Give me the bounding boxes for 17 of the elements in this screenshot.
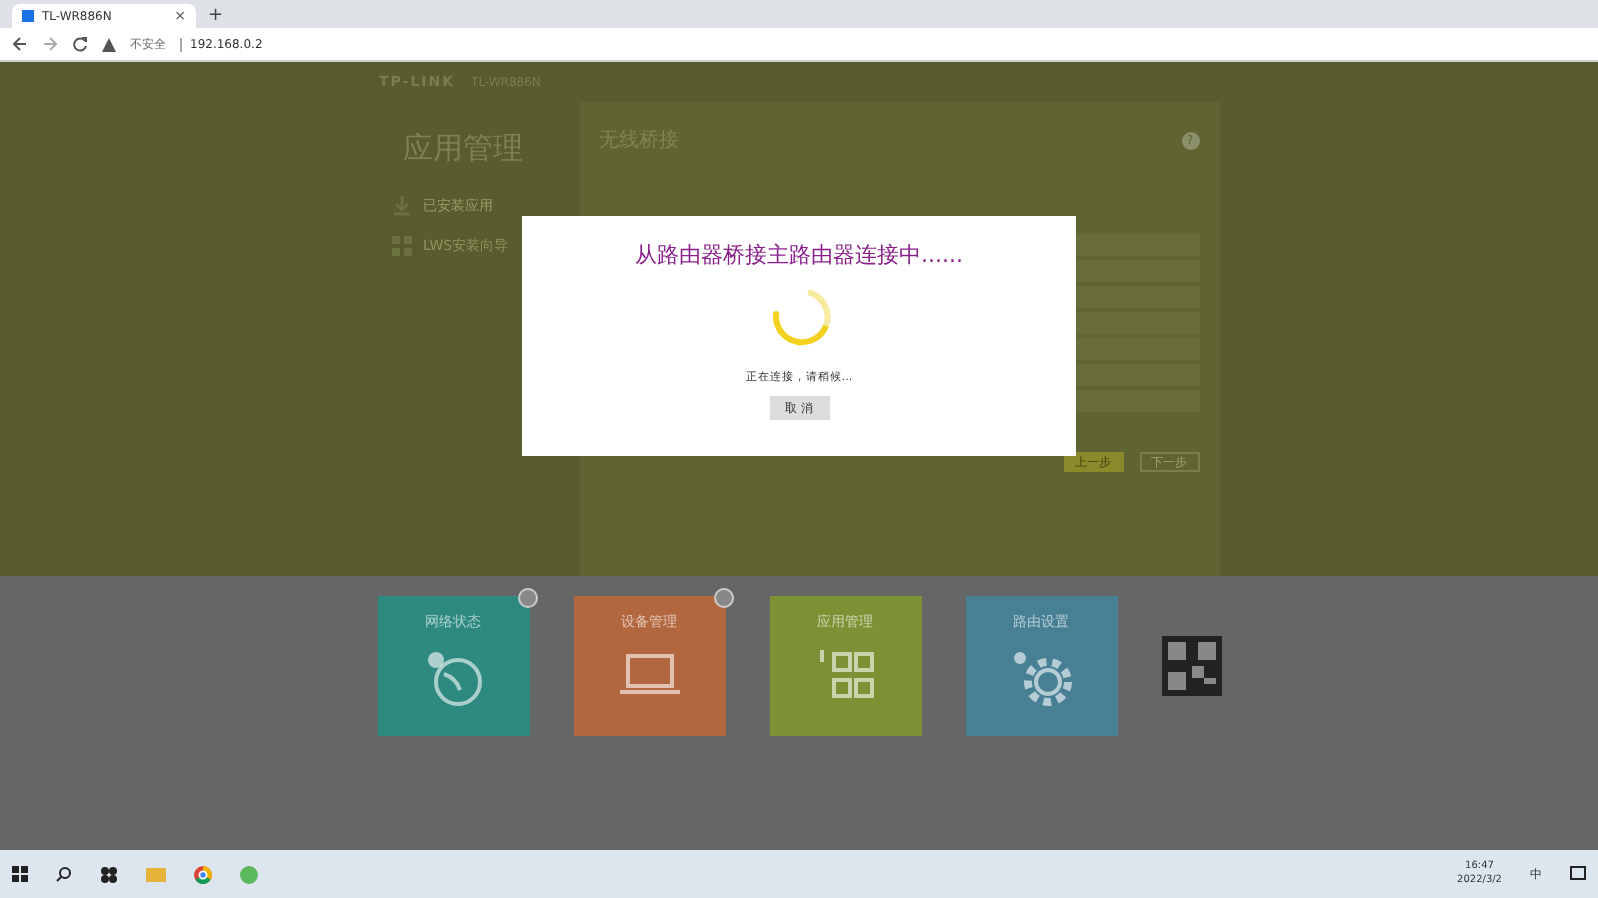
alert-badge	[517, 588, 537, 608]
gear-icon	[1009, 648, 1073, 708]
apps-icon	[815, 648, 875, 704]
dialog-title: 从路由器桥接主路由器连接中......	[635, 240, 963, 270]
start-icon[interactable]	[12, 866, 28, 882]
warning-icon	[102, 37, 116, 51]
notification-icon[interactable]	[1570, 866, 1586, 882]
laptop-icon	[615, 648, 683, 700]
qr-code-icon	[1161, 636, 1221, 696]
favicon-icon	[22, 10, 34, 22]
search-icon[interactable]	[56, 866, 72, 882]
alert-badge	[713, 588, 733, 608]
task-view-icon[interactable]	[100, 865, 118, 883]
browser-icon[interactable]	[194, 865, 212, 883]
back-icon[interactable]	[12, 36, 28, 52]
new-tab-button[interactable]: +	[208, 4, 224, 28]
reload-icon[interactable]	[72, 36, 88, 52]
